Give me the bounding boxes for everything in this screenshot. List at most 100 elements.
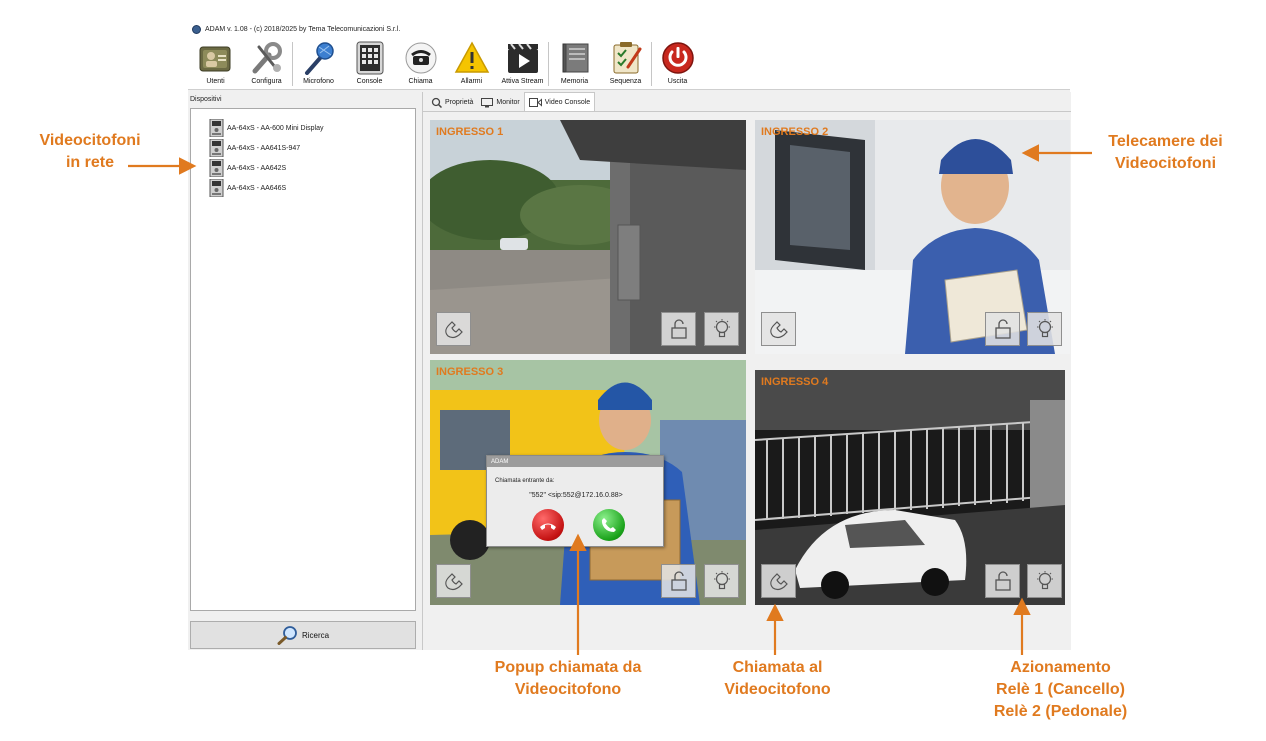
padlock-icon [994, 319, 1011, 339]
annotation-call-line1: Chiamata al [732, 659, 823, 676]
camera-4-relay2-button[interactable] [1027, 564, 1062, 598]
device-item[interactable]: AA-64xS - AA-600 Mini Display [209, 119, 323, 137]
camera-1-label: INGRESSO 1 [436, 126, 504, 138]
activate-stream-button-label: Attiva Stream [501, 78, 544, 85]
camera-2-relay1-button[interactable] [985, 312, 1020, 346]
camera-4-call-button[interactable] [761, 564, 796, 598]
configure-button-label: Configura [251, 78, 282, 85]
camera-1-relay2-button[interactable] [704, 312, 739, 346]
lightbulb-icon [713, 319, 730, 338]
device-label: AA-64xS - AA641S-947 [227, 144, 301, 152]
search-button[interactable]: Ricerca [190, 621, 416, 649]
camera-3-call-button[interactable] [436, 564, 471, 598]
camera-3-relay2-button[interactable] [704, 564, 739, 598]
annotation-cameras-line2: Videocitofoni [1114, 155, 1217, 172]
intercom-icon [209, 139, 224, 157]
memory-button-label: Memoria [560, 78, 589, 85]
annotation-network-devices: Videocitofoni in rete [30, 130, 150, 174]
incoming-call-popup: ADAM Chiamata entrante da: "552" <sip:55… [486, 455, 664, 547]
configure-button[interactable]: Configura [241, 38, 292, 90]
annotation-relay: Azionamento Relè 1 (Cancello) Relè 2 (Pe… [978, 657, 1143, 723]
activate-stream-button[interactable]: Attiva Stream [497, 38, 548, 90]
camera-1-call-button[interactable] [436, 312, 471, 346]
call-button-label: Chiama [408, 78, 433, 85]
microphone-button[interactable]: Microfono [293, 38, 344, 90]
popup-message: Chiamata entrante da: [495, 478, 555, 484]
camera-3-relay1-button[interactable] [661, 564, 696, 598]
exit-button[interactable]: Uscita [652, 38, 703, 90]
handset-icon [444, 573, 463, 590]
magnifier-icon [277, 626, 297, 645]
video-camera-icon [528, 97, 542, 107]
tab-bar: Proprietà Monitor Video Console [423, 92, 1071, 112]
camera-tile-2[interactable]: INGRESSO 2 [755, 120, 1070, 354]
users-button[interactable]: Utenti [190, 38, 241, 90]
camera-1-relay1-button[interactable] [661, 312, 696, 346]
annotation-relay-line2: Relè 1 (Cancello) [996, 681, 1125, 698]
annotation-relay-line3: Relè 2 (Pedonale) [993, 703, 1128, 720]
reject-call-button[interactable] [532, 509, 564, 541]
camera-tile-1[interactable]: INGRESSO 1 [430, 120, 746, 354]
annotation-call-line2: Videocitofono [724, 681, 831, 698]
device-label: AA-64xS - AA-600 Mini Display [227, 124, 324, 132]
tab-video-console-label: Video Console [544, 98, 591, 106]
power-icon [659, 40, 697, 76]
intercom-icon [209, 159, 224, 177]
device-item[interactable]: AA-64xS - AA642S [209, 159, 286, 177]
device-item[interactable]: AA-64xS - AA646S [209, 179, 286, 197]
device-item[interactable]: AA-64xS - AA641S-947 [209, 139, 300, 157]
keypad-icon [351, 40, 389, 76]
annotation-cameras-line1: Telecamere dei [1108, 133, 1223, 150]
annotation-popup: Popup chiamata da Videocitofono [478, 657, 658, 701]
annotation-network-line2: in rete [65, 154, 114, 171]
annotation-relay-line1: Azionamento [1010, 659, 1111, 676]
users-icon [197, 40, 235, 76]
microphone-button-label: Microfono [303, 78, 334, 85]
warning-icon [453, 40, 491, 76]
annotation-call: Chiamata al Videocitofono [710, 657, 845, 701]
accept-call-button[interactable] [593, 509, 625, 541]
tab-video-console[interactable]: Video Console [523, 92, 596, 111]
camera-3-label: INGRESSO 3 [436, 366, 504, 378]
camera-4-label: INGRESSO 4 [761, 376, 829, 388]
exit-button-label: Uscita [667, 78, 688, 85]
popup-title: ADAM [487, 456, 663, 467]
alarms-button-label: Allarmi [460, 78, 483, 85]
memory-button[interactable]: Memoria [549, 38, 600, 90]
camera-2-relay2-button[interactable] [1027, 312, 1062, 346]
console-button[interactable]: Console [344, 38, 395, 90]
popup-caller: "552" <sip:552@172.16.0.88> [529, 492, 623, 499]
padlock-icon [670, 319, 687, 339]
devices-tree: AA-64xS - AA-600 Mini Display AA-64xS - … [190, 108, 416, 611]
main-toolbar: Utenti Configura Microfono Console Chiam… [188, 38, 1070, 90]
annotation-popup-line1: Popup chiamata da [494, 659, 642, 676]
camera-4-relay1-button[interactable] [985, 564, 1020, 598]
memory-icon [556, 40, 594, 76]
tab-properties-label: Proprietà [445, 99, 474, 106]
annotation-cameras: Telecamere dei Videocitofoni [1098, 131, 1233, 175]
call-button[interactable]: Chiama [395, 38, 446, 90]
phone-icon [402, 40, 440, 76]
lightbulb-icon [713, 571, 730, 590]
window-title: ADAM v. 1.08 - (c) 2018/2025 by Tema Tel… [205, 25, 401, 33]
tab-monitor[interactable]: Monitor [477, 94, 523, 111]
tab-monitor-label: Monitor [496, 99, 520, 106]
hang-up-icon [540, 523, 556, 530]
console-button-label: Console [356, 78, 383, 85]
sequence-button[interactable]: Sequenza [600, 38, 651, 90]
camera-tile-4[interactable]: INGRESSO 4 [755, 370, 1065, 605]
monitor-icon [481, 97, 494, 107]
camera-2-feed [755, 120, 1070, 354]
answer-icon [601, 518, 616, 532]
sequence-icon [607, 40, 645, 76]
handset-icon [769, 573, 788, 590]
handset-icon [444, 321, 463, 338]
intercom-icon [209, 179, 224, 197]
device-label: AA-64xS - AA646S [227, 184, 287, 192]
camera-2-call-button[interactable] [761, 312, 796, 346]
alarms-button[interactable]: Allarmi [446, 38, 497, 90]
intercom-icon [209, 119, 224, 137]
lightbulb-icon [1036, 319, 1053, 338]
tab-properties[interactable]: Proprietà [427, 94, 477, 111]
device-label: AA-64xS - AA642S [227, 164, 287, 172]
